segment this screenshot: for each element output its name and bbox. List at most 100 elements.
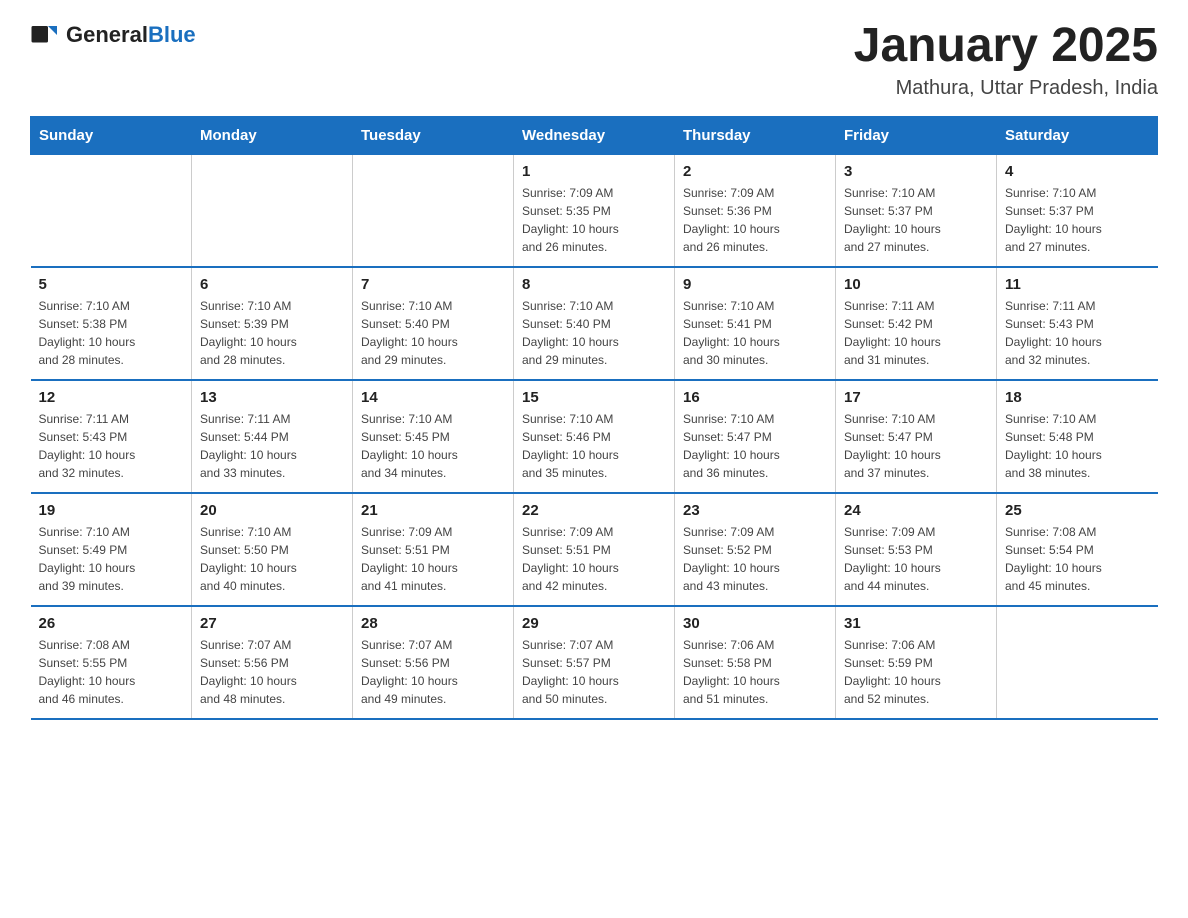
day-number: 1 — [522, 163, 666, 180]
calendar-header-row: SundayMondayTuesdayWednesdayThursdayFrid… — [31, 116, 1158, 154]
day-number: 12 — [39, 389, 184, 406]
weekday-header-thursday: Thursday — [675, 116, 836, 154]
calendar-cell: 1 Sunrise: 7:09 AM Sunset: 5:35 PM Daylig… — [514, 154, 675, 267]
day-number: 28 — [361, 615, 505, 632]
calendar-cell: 23 Sunrise: 7:09 AM Sunset: 5:52 PM Dayli… — [675, 493, 836, 606]
weekday-header-friday: Friday — [836, 116, 997, 154]
day-info: Sunrise: 7:10 AM Sunset: 5:46 PM Dayligh… — [522, 410, 666, 482]
calendar-cell — [31, 154, 192, 267]
day-info: Sunrise: 7:06 AM Sunset: 5:59 PM Dayligh… — [844, 636, 988, 708]
calendar-cell: 6 Sunrise: 7:10 AM Sunset: 5:39 PM Daylig… — [192, 267, 353, 380]
calendar-cell: 3Sunrise: 7:10 AM Sunset: 5:37 PM Daylig… — [836, 154, 997, 267]
calendar-week-row: 19 Sunrise: 7:10 AM Sunset: 5:49 PM Dayli… — [31, 493, 1158, 606]
logo-icon — [30, 20, 60, 50]
day-number: 24 — [844, 502, 988, 519]
calendar-cell: 17 Sunrise: 7:10 AM Sunset: 5:47 PM Dayli… — [836, 380, 997, 493]
day-number: 5 — [39, 276, 184, 293]
day-info: Sunrise: 7:10 AM Sunset: 5:37 PM Dayligh… — [1005, 184, 1150, 256]
logo-general-text: General — [66, 22, 148, 47]
calendar-cell: 24 Sunrise: 7:09 AM Sunset: 5:53 PM Dayli… — [836, 493, 997, 606]
day-number: 27 — [200, 615, 344, 632]
weekday-header-saturday: Saturday — [997, 116, 1158, 154]
day-number: 18 — [1005, 389, 1150, 406]
day-number: 7 — [361, 276, 505, 293]
calendar-cell: 16Sunrise: 7:10 AM Sunset: 5:47 PM Dayli… — [675, 380, 836, 493]
day-info: Sunrise: 7:10 AM Sunset: 5:37 PM Dayligh… — [844, 184, 988, 256]
title-block: January 2025 Mathura, Uttar Pradesh, Ind… — [854, 20, 1158, 100]
day-info: Sunrise: 7:10 AM Sunset: 5:45 PM Dayligh… — [361, 410, 505, 482]
day-info: Sunrise: 7:11 AM Sunset: 5:43 PM Dayligh… — [39, 410, 184, 482]
day-info: Sunrise: 7:09 AM Sunset: 5:36 PM Dayligh… — [683, 184, 827, 256]
calendar-cell — [192, 154, 353, 267]
day-info: Sunrise: 7:10 AM Sunset: 5:38 PM Dayligh… — [39, 297, 184, 369]
logo-blue-text: Blue — [148, 22, 196, 47]
day-info: Sunrise: 7:11 AM Sunset: 5:42 PM Dayligh… — [844, 297, 988, 369]
day-info: Sunrise: 7:06 AM Sunset: 5:58 PM Dayligh… — [683, 636, 827, 708]
logo: GeneralBlue — [30, 20, 196, 50]
calendar-cell: 2 Sunrise: 7:09 AM Sunset: 5:36 PM Daylig… — [675, 154, 836, 267]
calendar-cell — [353, 154, 514, 267]
day-info: Sunrise: 7:10 AM Sunset: 5:49 PM Dayligh… — [39, 523, 184, 595]
calendar-cell: 5 Sunrise: 7:10 AM Sunset: 5:38 PM Daylig… — [31, 267, 192, 380]
calendar-cell: 21 Sunrise: 7:09 AM Sunset: 5:51 PM Dayli… — [353, 493, 514, 606]
day-number: 21 — [361, 502, 505, 519]
calendar-week-row: 12 Sunrise: 7:11 AM Sunset: 5:43 PM Dayli… — [31, 380, 1158, 493]
day-info: Sunrise: 7:07 AM Sunset: 5:57 PM Dayligh… — [522, 636, 666, 708]
day-number: 13 — [200, 389, 344, 406]
day-info: Sunrise: 7:10 AM Sunset: 5:40 PM Dayligh… — [361, 297, 505, 369]
calendar-cell: 15 Sunrise: 7:10 AM Sunset: 5:46 PM Dayli… — [514, 380, 675, 493]
day-info: Sunrise: 7:10 AM Sunset: 5:47 PM Dayligh… — [683, 410, 827, 482]
calendar-cell: 22Sunrise: 7:09 AM Sunset: 5:51 PM Dayli… — [514, 493, 675, 606]
weekday-header-tuesday: Tuesday — [353, 116, 514, 154]
day-info: Sunrise: 7:09 AM Sunset: 5:35 PM Dayligh… — [522, 184, 666, 256]
calendar-cell: 29 Sunrise: 7:07 AM Sunset: 5:57 PM Dayli… — [514, 606, 675, 719]
day-number: 6 — [200, 276, 344, 293]
day-number: 20 — [200, 502, 344, 519]
calendar-cell: 30 Sunrise: 7:06 AM Sunset: 5:58 PM Dayli… — [675, 606, 836, 719]
calendar-cell: 27 Sunrise: 7:07 AM Sunset: 5:56 PM Dayli… — [192, 606, 353, 719]
day-number: 30 — [683, 615, 827, 632]
day-info: Sunrise: 7:09 AM Sunset: 5:51 PM Dayligh… — [361, 523, 505, 595]
month-title: January 2025 — [854, 20, 1158, 73]
day-info: Sunrise: 7:10 AM Sunset: 5:40 PM Dayligh… — [522, 297, 666, 369]
day-number: 29 — [522, 615, 666, 632]
calendar-cell: 26Sunrise: 7:08 AM Sunset: 5:55 PM Dayli… — [31, 606, 192, 719]
day-number: 8 — [522, 276, 666, 293]
day-info: Sunrise: 7:10 AM Sunset: 5:48 PM Dayligh… — [1005, 410, 1150, 482]
calendar-cell: 10 Sunrise: 7:11 AM Sunset: 5:42 PM Dayli… — [836, 267, 997, 380]
weekday-header-sunday: Sunday — [31, 116, 192, 154]
day-number: 15 — [522, 389, 666, 406]
calendar-cell: 7 Sunrise: 7:10 AM Sunset: 5:40 PM Daylig… — [353, 267, 514, 380]
weekday-header-monday: Monday — [192, 116, 353, 154]
day-info: Sunrise: 7:10 AM Sunset: 5:50 PM Dayligh… — [200, 523, 344, 595]
calendar-cell: 18 Sunrise: 7:10 AM Sunset: 5:48 PM Dayli… — [997, 380, 1158, 493]
day-number: 10 — [844, 276, 988, 293]
day-info: Sunrise: 7:08 AM Sunset: 5:54 PM Dayligh… — [1005, 523, 1150, 595]
calendar-cell: 12 Sunrise: 7:11 AM Sunset: 5:43 PM Dayli… — [31, 380, 192, 493]
day-number: 31 — [844, 615, 988, 632]
calendar-cell: 11 Sunrise: 7:11 AM Sunset: 5:43 PM Dayli… — [997, 267, 1158, 380]
calendar-cell: 19 Sunrise: 7:10 AM Sunset: 5:49 PM Dayli… — [31, 493, 192, 606]
page-header: GeneralBlue January 2025 Mathura, Uttar … — [30, 20, 1158, 100]
calendar-cell: 28Sunrise: 7:07 AM Sunset: 5:56 PM Dayli… — [353, 606, 514, 719]
calendar-cell: 31 Sunrise: 7:06 AM Sunset: 5:59 PM Dayli… — [836, 606, 997, 719]
day-number: 23 — [683, 502, 827, 519]
day-info: Sunrise: 7:10 AM Sunset: 5:39 PM Dayligh… — [200, 297, 344, 369]
day-number: 22 — [522, 502, 666, 519]
calendar-cell: 20 Sunrise: 7:10 AM Sunset: 5:50 PM Dayli… — [192, 493, 353, 606]
calendar-week-row: 1 Sunrise: 7:09 AM Sunset: 5:35 PM Daylig… — [31, 154, 1158, 267]
calendar-cell: 4Sunrise: 7:10 AM Sunset: 5:37 PM Daylig… — [997, 154, 1158, 267]
day-number: 2 — [683, 163, 827, 180]
weekday-header-wednesday: Wednesday — [514, 116, 675, 154]
day-info: Sunrise: 7:10 AM Sunset: 5:47 PM Dayligh… — [844, 410, 988, 482]
day-number: 17 — [844, 389, 988, 406]
day-number: 26 — [39, 615, 184, 632]
day-number: 11 — [1005, 276, 1150, 293]
day-info: Sunrise: 7:09 AM Sunset: 5:53 PM Dayligh… — [844, 523, 988, 595]
day-info: Sunrise: 7:09 AM Sunset: 5:52 PM Dayligh… — [683, 523, 827, 595]
day-number: 19 — [39, 502, 184, 519]
day-info: Sunrise: 7:11 AM Sunset: 5:43 PM Dayligh… — [1005, 297, 1150, 369]
calendar-cell: 8 Sunrise: 7:10 AM Sunset: 5:40 PM Daylig… — [514, 267, 675, 380]
day-info: Sunrise: 7:07 AM Sunset: 5:56 PM Dayligh… — [200, 636, 344, 708]
calendar-cell: 25Sunrise: 7:08 AM Sunset: 5:54 PM Dayli… — [997, 493, 1158, 606]
